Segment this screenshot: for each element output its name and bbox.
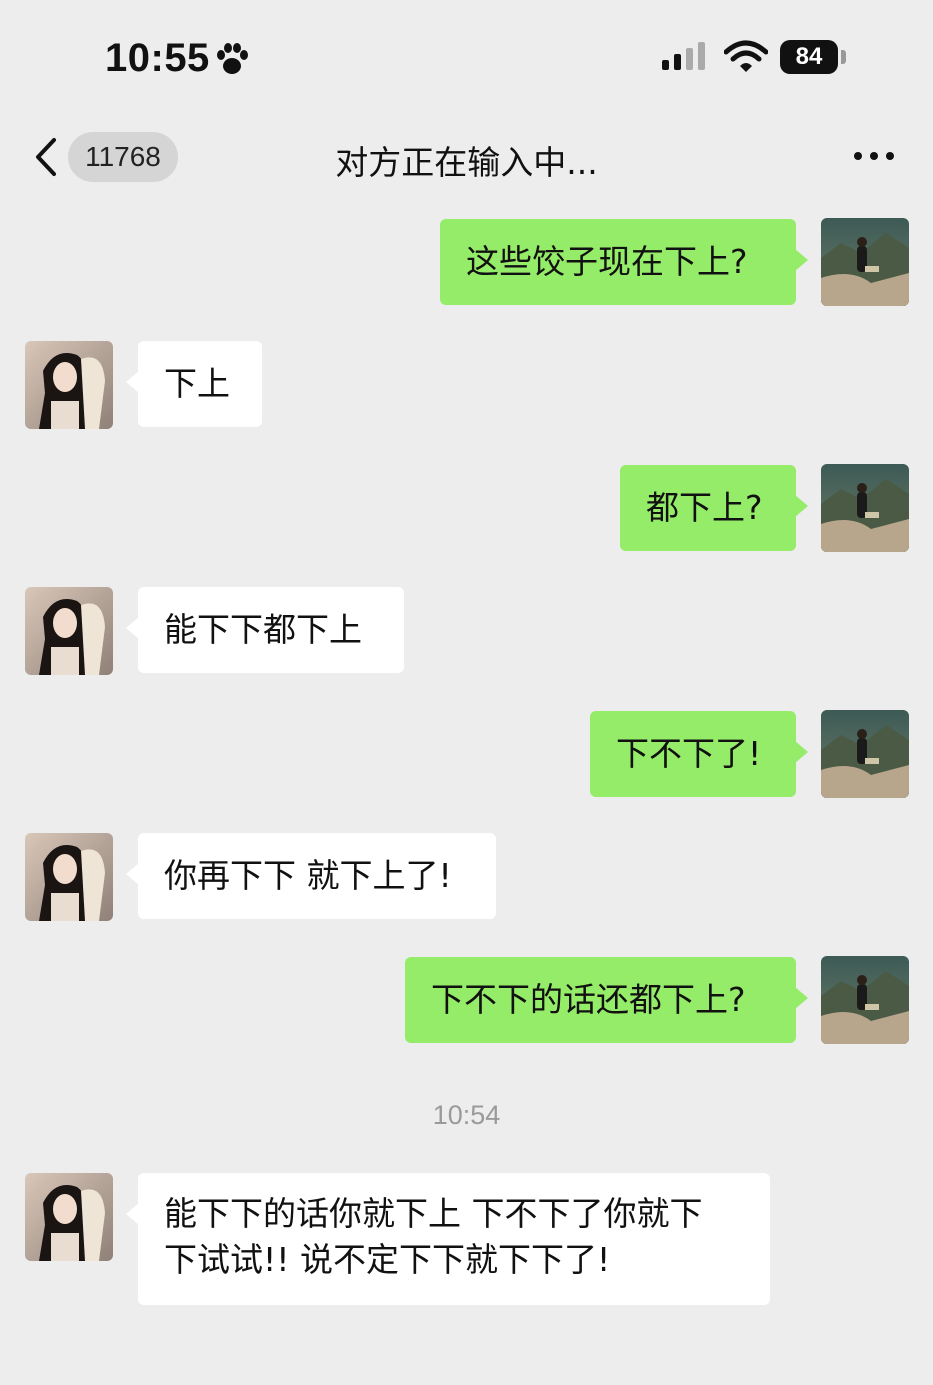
- status-bar: 10:55 84: [0, 0, 933, 110]
- paw-icon: [217, 43, 248, 74]
- message-bubble-outgoing[interactable]: 都下上?: [620, 465, 808, 551]
- signal-icon: [662, 42, 705, 70]
- contact-avatar[interactable]: [25, 587, 113, 675]
- battery-icon: 84: [780, 40, 838, 74]
- message-bubble-outgoing[interactable]: 下不下了!: [590, 711, 808, 797]
- message-bubble-incoming[interactable]: 你再下下 就下上了!: [126, 833, 496, 919]
- message-bubble-outgoing[interactable]: 这些饺子现在下上?: [440, 219, 808, 305]
- message-timestamp: 10:54: [432, 1100, 501, 1130]
- wifi-icon: [724, 40, 768, 72]
- message-line: 能下下的话你就下上 下不下了你就下: [164, 1194, 703, 1233]
- my-avatar[interactable]: [821, 464, 909, 552]
- more-dots-icon[interactable]: [852, 146, 896, 166]
- my-avatar[interactable]: [821, 710, 909, 798]
- message-bubble-outgoing[interactable]: 下不下的话还都下上?: [405, 957, 808, 1043]
- message-bubble-incoming[interactable]: 能下下的话你就下上 下不下了你就下 下试试!! 说不定下下就下下了!: [126, 1173, 770, 1305]
- my-avatar[interactable]: [821, 956, 909, 1044]
- my-avatar[interactable]: [821, 218, 909, 306]
- chat-header: 11768 对方正在输入中...: [0, 110, 933, 205]
- contact-avatar[interactable]: [25, 341, 113, 429]
- contact-avatar[interactable]: [25, 833, 113, 921]
- status-time: 10:55: [105, 36, 210, 80]
- contact-avatar[interactable]: [25, 1173, 113, 1261]
- chat-title: 对方正在输入中...: [335, 143, 598, 182]
- message-bubble-incoming[interactable]: 下上: [126, 341, 262, 427]
- message-line: 下试试!! 说不定下下就下下了!: [164, 1240, 611, 1279]
- battery-tip: [841, 50, 846, 64]
- message-bubble-incoming[interactable]: 能下下都下上: [126, 587, 404, 673]
